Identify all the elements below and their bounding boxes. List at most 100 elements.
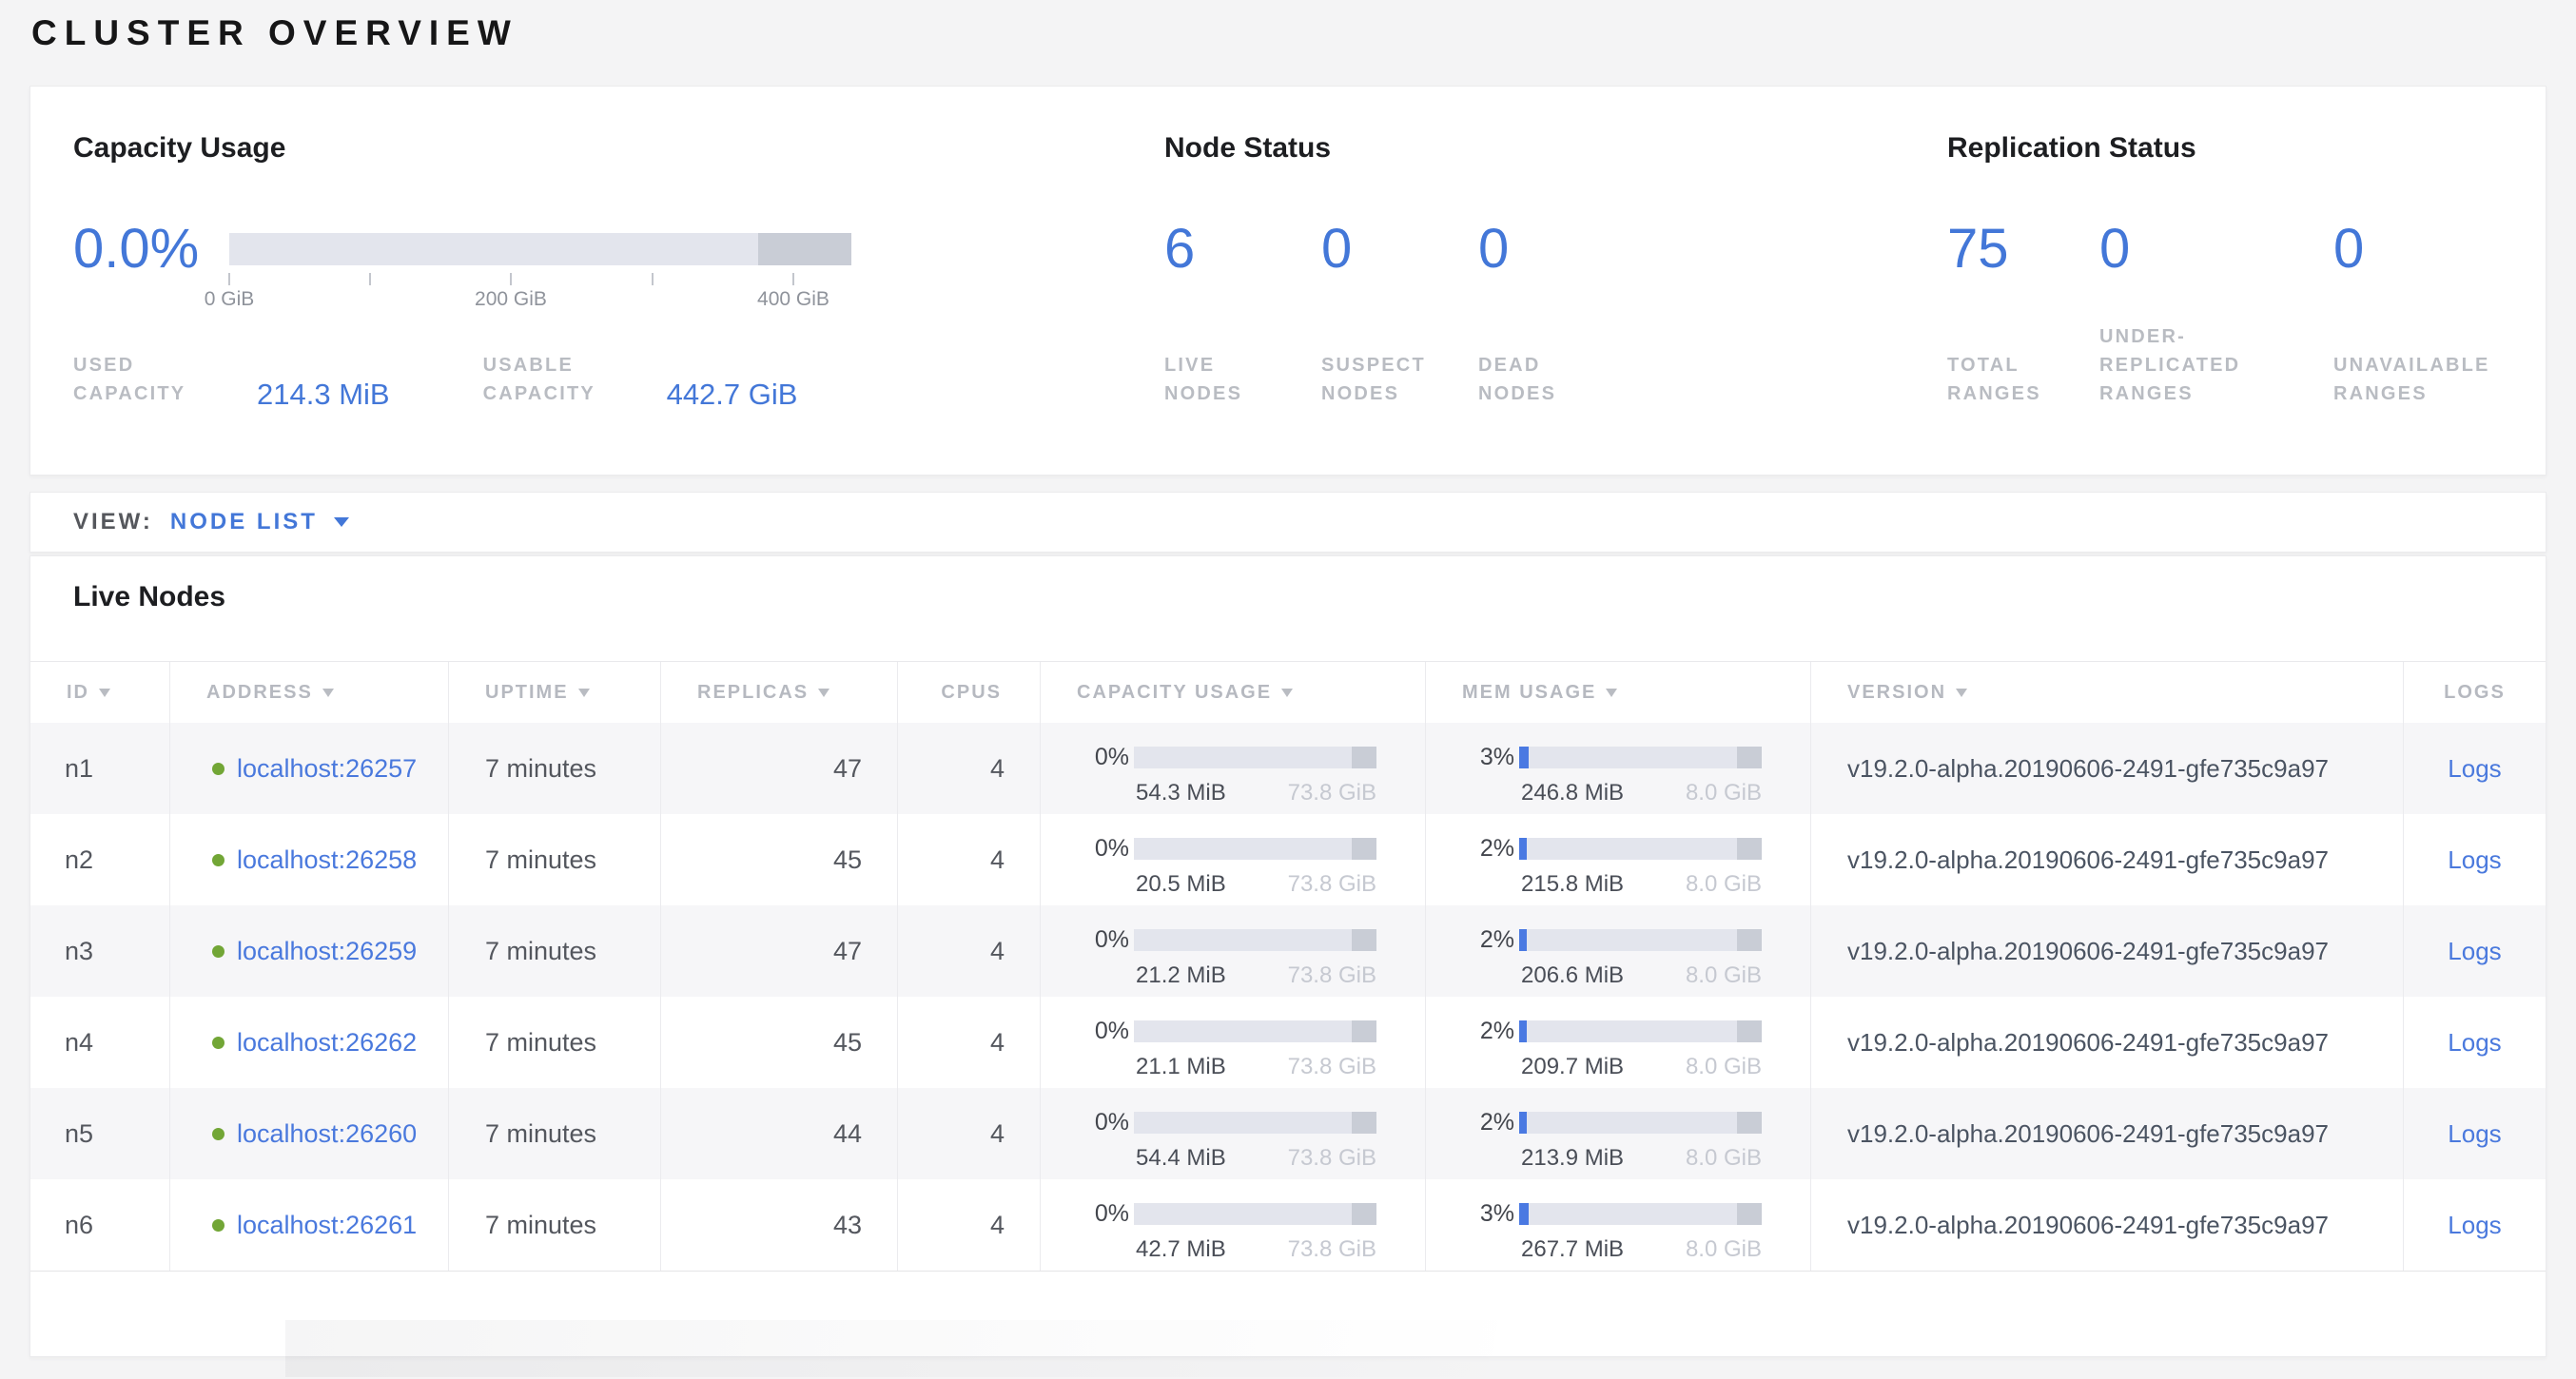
node-version: v19.2.0-alpha.20190606-2491-gfe735c9a97 [1811,723,2404,814]
live-nodes-panel: Live Nodes IDADDRESSUPTIMEREPLICASCPUSCA… [29,555,2547,1357]
column-label: ADDRESS [206,682,313,704]
label-line: LIVE [1164,351,1321,379]
logs-link[interactable]: Logs [2448,1211,2501,1240]
node-status-labels: LIVE NODES SUSPECT NODES DEAD NODES [1164,351,1688,408]
node-address-cell: localhost:26259 [170,905,449,997]
capacity-meter: 0% [1077,835,1425,863]
capacity-percent-label: 0% [1077,1200,1129,1228]
mem-bar [1519,747,1762,768]
suspect-nodes-count: 0 [1321,222,1478,277]
mem-percent-label: 2% [1462,1018,1514,1045]
capacity-total-value: 73.8 GiB [1288,780,1376,806]
label-line: NODES [1321,379,1478,408]
sort-desc-icon[interactable] [818,689,829,697]
capacity-total-value: 73.8 GiB [1288,871,1376,898]
total-ranges-label: TOTAL RANGES [1947,351,2099,408]
label-line: USABLE [483,351,639,379]
logs-link[interactable]: Logs [2448,845,2501,875]
node-address-link[interactable]: localhost:26261 [237,1211,417,1240]
node-address-link[interactable]: localhost:26258 [237,845,417,875]
logs-link[interactable]: Logs [2448,937,2501,966]
mem-meter: 2% [1462,1109,1810,1136]
column-header-capacity-usage[interactable]: CAPACITY USAGE [1041,662,1426,723]
column-header-mem-usage[interactable]: MEM USAGE [1426,662,1811,723]
capacity-percent-label: 0% [1077,1109,1129,1136]
mem-bar [1519,838,1762,860]
summary-panel: Capacity Usage 0.0% 0 GiB 200 GiB 400 Gi… [29,86,2547,476]
node-replicas: 47 [661,723,898,814]
mem-total-value: 8.0 GiB [1686,1236,1762,1263]
capacity-values: 20.5 MiB 73.8 GiB [1136,871,1376,898]
used-capacity-stat: USED CAPACITY 214.3 MiB [73,351,390,408]
table-row: n4 localhost:26262 7 minutes 45 4 0% 21.… [30,997,2546,1088]
view-dropdown[interactable]: NODE LIST [170,509,349,535]
logs-link[interactable]: Logs [2448,1028,2501,1058]
mem-bar-reserved-segment [1737,1112,1762,1134]
capacity-percent-label: 0% [1077,926,1129,954]
sort-desc-icon[interactable] [99,689,110,697]
capacity-bar [1134,1112,1376,1134]
node-uptime: 7 minutes [449,997,661,1088]
node-version: v19.2.0-alpha.20190606-2491-gfe735c9a97 [1811,814,2404,905]
live-nodes-label: LIVE NODES [1164,351,1321,408]
capacity-bar-reserved-segment [1352,747,1376,768]
view-dropdown-value: NODE LIST [170,509,318,535]
column-header-address[interactable]: ADDRESS [170,662,449,723]
node-address-link[interactable]: localhost:26260 [237,1119,417,1149]
capacity-values: 54.3 MiB 73.8 GiB [1136,780,1376,806]
node-address-link[interactable]: localhost:26257 [237,754,417,784]
capacity-used-value: 21.2 MiB [1136,962,1226,989]
mem-used-value: 206.6 MiB [1521,962,1624,989]
sort-desc-icon[interactable] [1606,689,1617,697]
mem-used-value: 215.8 MiB [1521,871,1624,898]
sort-desc-icon[interactable] [578,689,590,697]
mem-percent-label: 2% [1462,835,1514,863]
mem-values: 215.8 MiB 8.0 GiB [1521,871,1762,898]
node-uptime: 7 minutes [449,1088,661,1179]
table-header-row: IDADDRESSUPTIMEREPLICASCPUSCAPACITY USAG… [30,662,2546,723]
capacity-used-value: 42.7 MiB [1136,1236,1226,1263]
mem-used-value: 213.9 MiB [1521,1145,1624,1172]
column-header-id[interactable]: ID [30,662,170,723]
logs-link[interactable]: Logs [2448,754,2501,784]
total-ranges-count: 75 [1947,222,2099,277]
node-live-status-icon [212,945,224,958]
mem-percent-label: 3% [1462,744,1514,771]
sort-desc-icon[interactable] [1281,689,1293,697]
table-row: n6 localhost:26261 7 minutes 43 4 0% 42.… [30,1179,2546,1271]
column-header-replicas[interactable]: REPLICAS [661,662,898,723]
node-live-status-icon [212,763,224,775]
node-cpus: 4 [898,1088,1041,1179]
label-line: REPLICATED [2099,351,2333,379]
logs-cell: Logs [2404,997,2546,1088]
mem-values: 267.7 MiB 8.0 GiB [1521,1236,1762,1263]
column-header-version[interactable]: VERSION [1811,662,2404,723]
logs-cell: Logs [2404,1179,2546,1271]
mem-meter: 2% [1462,926,1810,954]
capacity-values: 21.2 MiB 73.8 GiB [1136,962,1376,989]
logs-cell: Logs [2404,1088,2546,1179]
capacity-meter: 0% [1077,1018,1425,1045]
suspect-nodes-label: SUSPECT NODES [1321,351,1478,408]
capacity-meter: 0% [1077,1109,1425,1136]
logs-link[interactable]: Logs [2448,1119,2501,1149]
capacity-bar-reserved-segment [1352,1020,1376,1042]
table-body: n1 localhost:26257 7 minutes 47 4 0% 54.… [30,723,2546,1271]
mem-values: 246.8 MiB 8.0 GiB [1521,780,1762,806]
table-row: n5 localhost:26260 7 minutes 44 4 0% 54.… [30,1088,2546,1179]
replication-numbers: 75 0 0 [1947,222,2576,277]
used-capacity-value: 214.3 MiB [257,380,390,409]
mem-percent-label: 2% [1462,1109,1514,1136]
capacity-meter: 0% [1077,926,1425,954]
node-address-link[interactable]: localhost:26259 [237,937,417,966]
capacity-values: 42.7 MiB 73.8 GiB [1136,1236,1376,1263]
column-header-logs: LOGS [2404,662,2546,723]
sort-desc-icon[interactable] [322,689,334,697]
node-cpus: 4 [898,814,1041,905]
sort-desc-icon[interactable] [1956,689,1967,697]
column-label: CAPACITY USAGE [1077,682,1272,704]
logs-cell: Logs [2404,905,2546,997]
node-address-link[interactable]: localhost:26262 [237,1028,417,1058]
capacity-used-value: 20.5 MiB [1136,871,1226,898]
column-header-uptime[interactable]: UPTIME [449,662,661,723]
